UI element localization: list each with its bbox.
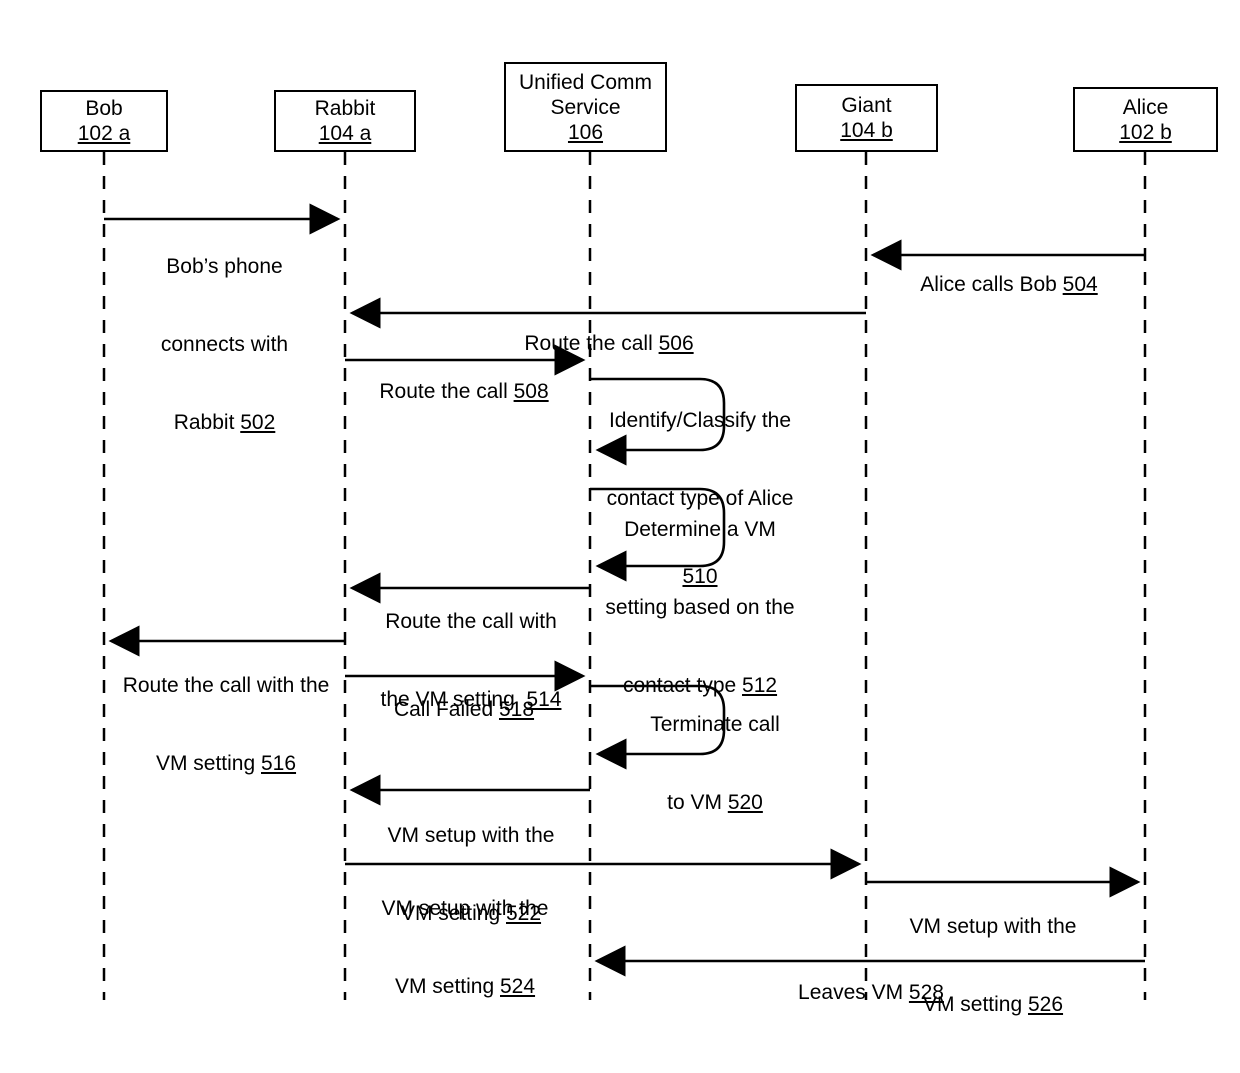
participant-box-unified-comm-service: Unified Comm Service 106 [504,62,667,152]
message-arrows-group [104,203,1145,977]
participant-name-rabbit: Rabbit [314,97,376,120]
participant-box-giant: Giant 104 b [795,84,938,152]
participant-name-ucs-line1: Unified Comm [518,70,653,94]
participant-ref-bob: 102 a [77,122,131,145]
sequence-diagram-canvas: Bob 102 a Rabbit 104 a Unified Comm Serv… [0,0,1240,1073]
participant-name-giant: Giant [841,94,892,117]
participant-ref-alice: 102 b [1119,120,1172,144]
lifelines-group [102,152,1147,1000]
participant-name-alice: Alice [1122,95,1169,119]
message-selfloop-512 [590,487,726,582]
diagram-vector-layer [102,152,1147,1000]
participant-ref-rabbit: 104 a [318,122,372,145]
participant-name-ucs-line2: Service [550,95,621,119]
message-selfloop-520 [590,684,726,770]
participant-ref-ucs: 106 [567,120,604,144]
participant-box-alice: Alice 102 b [1073,87,1218,152]
participant-box-rabbit: Rabbit 104 a [274,90,416,152]
participant-ref-giant: 104 b [840,119,893,142]
message-selfloop-510 [590,377,726,466]
participant-box-bob: Bob 102 a [40,90,168,152]
participant-name-bob: Bob [85,97,123,120]
